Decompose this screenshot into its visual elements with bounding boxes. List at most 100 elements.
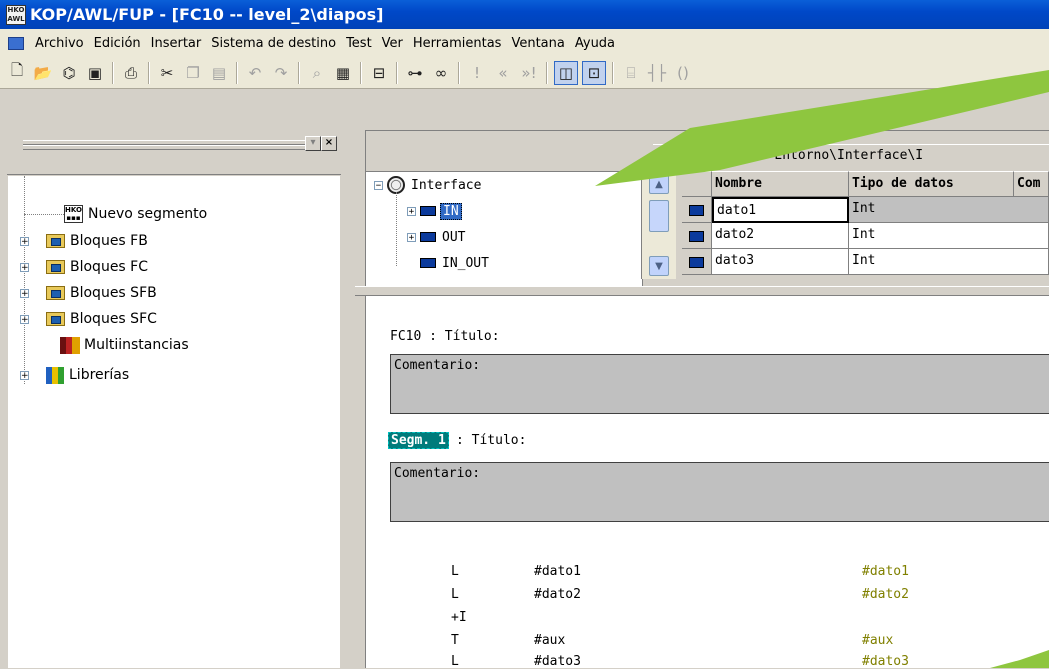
code-op[interactable]: +I (451, 610, 467, 625)
expand-icon[interactable]: + (20, 370, 29, 380)
menu-bar: Archivo Edición Insertar Sistema de dest… (0, 29, 1049, 58)
interface-node-in-out[interactable]: IN_OUT (420, 252, 489, 274)
table-cell-type[interactable]: Int (849, 249, 1049, 275)
new-icon[interactable]: 🗋 (6, 61, 28, 84)
catalog-item-label: Librerías (69, 367, 130, 383)
window-title: KOP/AWL/FUP - [FC10 -- level_2\diapos] (30, 5, 384, 24)
catalog-item[interactable]: + Bloques SFC (20, 306, 157, 332)
segment-title[interactable]: : Título: (456, 433, 526, 448)
dock-grip[interactable] (23, 145, 305, 150)
breakpoint-icon[interactable]: ! (466, 62, 488, 84)
expand-icon[interactable]: + (20, 288, 29, 298)
toolbar-separator (236, 61, 238, 84)
menu-sistema-de-destino[interactable]: Sistema de destino (206, 36, 341, 51)
interface-node-label: OUT (442, 229, 466, 245)
table-cell-type[interactable]: Int (849, 197, 1049, 223)
segment-icon[interactable]: ⊟ (368, 62, 390, 84)
tree-line (24, 214, 64, 215)
next-icon[interactable]: »! (518, 62, 540, 84)
toolbar-separator (546, 61, 548, 84)
menu-insertar[interactable]: Insertar (146, 36, 207, 51)
menu-herramientas[interactable]: Herramientas (408, 36, 507, 51)
block-comment[interactable]: Comentario: (390, 354, 1049, 414)
collapse-icon[interactable]: − (374, 180, 383, 190)
variable-icon (689, 231, 704, 242)
table-cell-type[interactable]: Int (849, 223, 1049, 249)
close-icon[interactable]: × (321, 136, 337, 151)
mdi-frame-left (0, 90, 7, 668)
catalog-item[interactable]: Multiinstancias (60, 332, 189, 358)
interface-node-label: IN_OUT (442, 255, 489, 271)
redo-icon[interactable]: ↷ (270, 62, 292, 84)
scroll-down-icon[interactable]: ▼ (649, 256, 669, 276)
tree-line (396, 192, 397, 266)
code-op[interactable]: L (451, 564, 459, 579)
block-title[interactable]: FC10 : Título: (390, 329, 500, 344)
compile-icon[interactable]: ▦ (332, 62, 354, 84)
catalog-item-label: Nuevo segmento (88, 206, 208, 222)
catalog-item[interactable]: + Librerías (20, 362, 129, 388)
horizontal-splitter[interactable] (355, 286, 1049, 296)
network-icon[interactable]: ⌬ (58, 62, 80, 84)
code-operand[interactable]: #aux (534, 633, 565, 648)
block-folder-icon (46, 234, 65, 248)
parameter-icon (420, 206, 436, 216)
scroll-thumb[interactable] (649, 200, 669, 232)
segment-comment[interactable]: Comentario: (390, 462, 1049, 522)
code-op[interactable]: L (451, 654, 459, 669)
undo-icon[interactable]: ↶ (244, 62, 266, 84)
interface-node-in[interactable]: + IN (407, 200, 462, 222)
find-icon[interactable]: ⌕ (306, 62, 328, 84)
toolbar-separator (458, 61, 460, 84)
toolbar-separator (396, 61, 398, 84)
code-editor[interactable]: FC10 : Título: Comentario: Segm. 1 : Tít… (365, 296, 1049, 669)
copy-icon[interactable]: ❐ (182, 62, 204, 84)
dock-scroll-icon[interactable]: ▾ (305, 136, 321, 151)
menu-test[interactable]: Test (341, 36, 377, 51)
catalog-item[interactable]: + Bloques SFB (20, 280, 157, 306)
menu-archivo[interactable]: Archivo (30, 36, 89, 51)
accessible-nodes-icon[interactable]: ⊶ (404, 62, 426, 84)
code-op[interactable]: L (451, 587, 459, 602)
row-icon (682, 249, 712, 275)
menu-ayuda[interactable]: Ayuda (570, 36, 620, 51)
block-folder-icon (46, 286, 65, 300)
cut-icon[interactable]: ✂ (156, 62, 178, 84)
title-bar: HKO AWL KOP/AWL/FUP - [FC10 -- level_2\di… (0, 0, 1049, 29)
save-icon[interactable]: ▣ (84, 62, 106, 84)
catalog-item[interactable]: HKO ▪▪▪ Nuevo segmento (64, 201, 207, 227)
monitor-icon[interactable]: ∞ (430, 62, 452, 84)
segment-badge[interactable]: Segm. 1 (388, 432, 449, 449)
menu-edicion[interactable]: Edición (89, 36, 146, 51)
panel-splitter[interactable] (341, 130, 365, 668)
expand-icon[interactable]: + (20, 262, 29, 272)
interface-node-out[interactable]: + OUT (407, 226, 465, 248)
expand-icon[interactable]: + (20, 314, 29, 324)
document-window-icon[interactable] (8, 36, 24, 50)
catalog-header (7, 154, 341, 175)
prev-icon[interactable]: « (492, 62, 514, 84)
open-icon[interactable]: 📂 (32, 62, 54, 84)
menu-ventana[interactable]: Ventana (506, 36, 569, 51)
table-cell-name[interactable]: dato2 (712, 223, 849, 249)
catalog-item-label: Bloques SFC (70, 311, 157, 327)
catalog-item[interactable]: + Bloques FC (20, 254, 148, 280)
paste-icon[interactable]: ▤ (208, 62, 230, 84)
catalog-item[interactable]: + Bloques FB (20, 228, 148, 254)
menu-ver[interactable]: Ver (377, 36, 408, 51)
code-operand[interactable]: #dato1 (534, 564, 581, 579)
expand-icon[interactable]: + (407, 206, 416, 216)
code-op[interactable]: T (451, 633, 459, 648)
table-cell-name[interactable]: dato1 (712, 197, 849, 223)
app-icon: HKO AWL (6, 4, 26, 25)
expand-icon[interactable]: + (20, 236, 29, 246)
code-symbol: #aux (862, 633, 894, 648)
code-operand[interactable]: #dato2 (534, 587, 581, 602)
table-cell-name[interactable]: dato3 (712, 249, 849, 275)
toolbar-separator (298, 61, 300, 84)
code-operand[interactable]: #dato3 (534, 654, 581, 669)
interface-root[interactable]: − Interface (374, 174, 481, 196)
block-folder-icon (46, 312, 65, 326)
print-icon[interactable]: ⎙ (120, 62, 142, 84)
expand-icon[interactable]: + (407, 232, 416, 242)
